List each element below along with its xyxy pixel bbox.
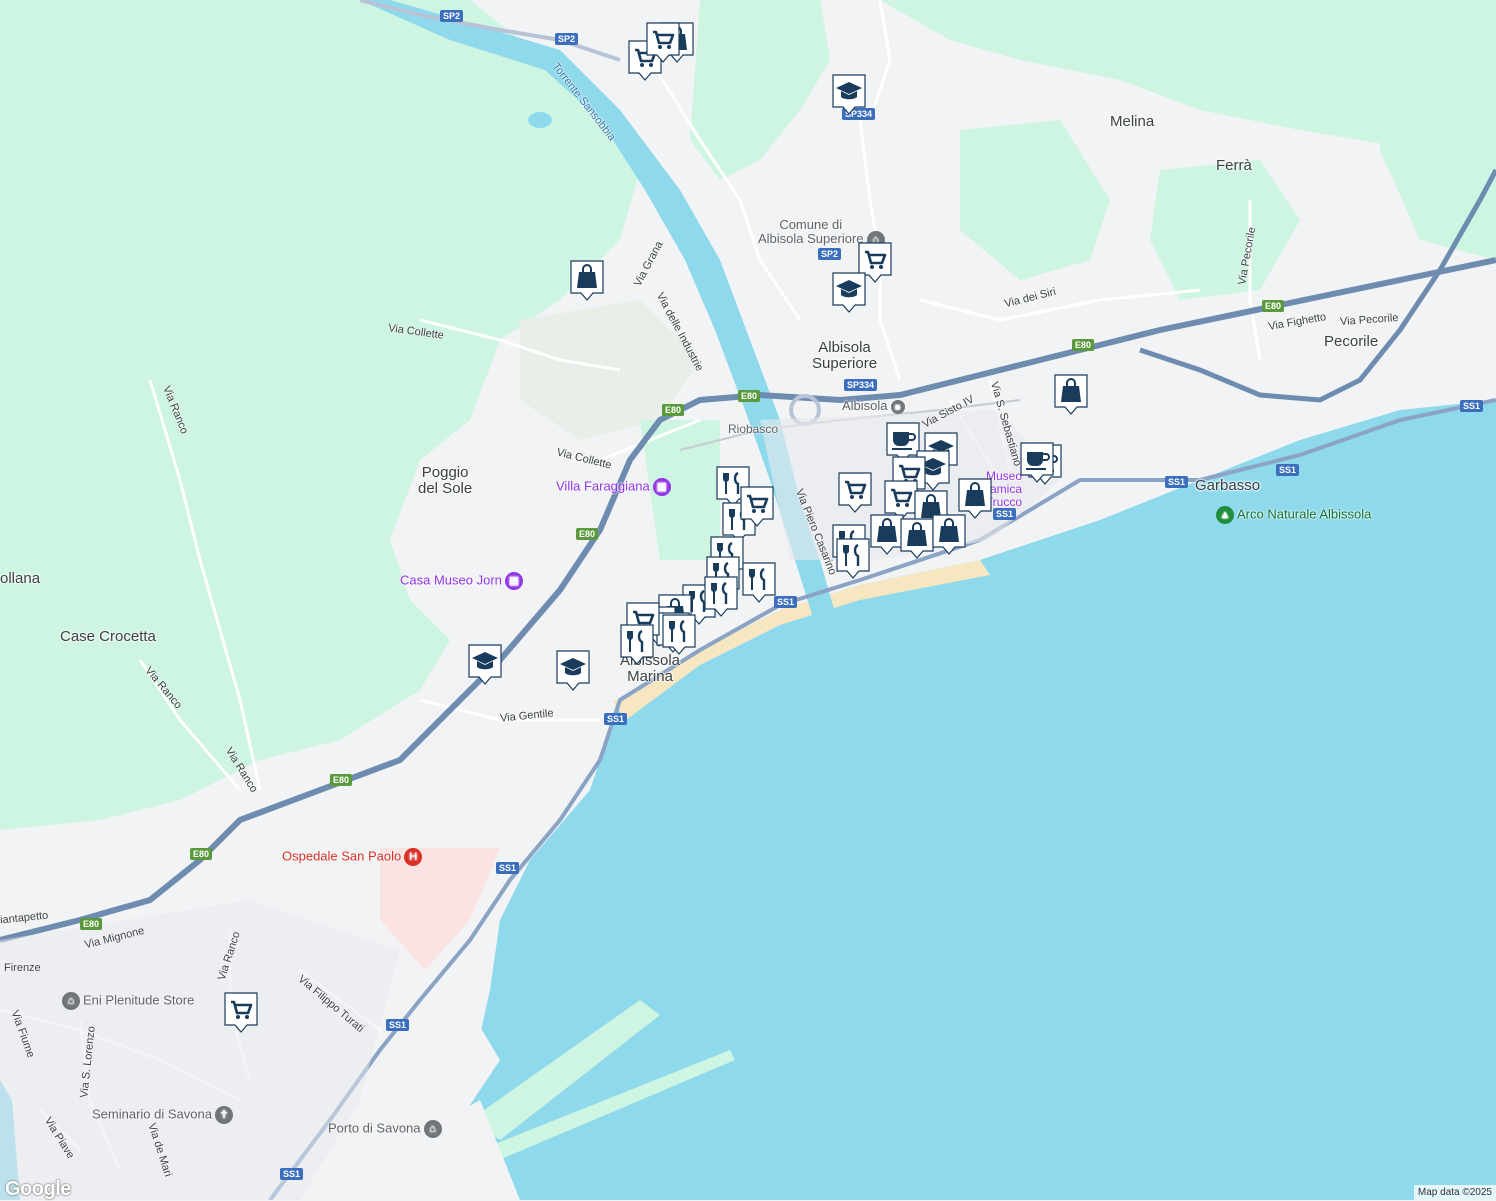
shield-e80: E80 [80,918,103,930]
shield-sp2: SP2 [440,10,464,22]
shopping-bag-marker[interactable] [930,512,968,556]
restaurant-marker[interactable] [740,560,778,604]
restaurant-marker[interactable] [834,536,872,580]
restaurant-icon [704,576,738,617]
shield-e80: E80 [576,528,599,540]
shopping-cart-icon [838,472,872,513]
restaurant-icon [620,624,654,665]
shield-sp334: SP334 [844,379,878,391]
shopping-cart-marker[interactable] [738,484,776,528]
shield-e80: E80 [1262,300,1285,312]
shopping-cart-icon [224,992,258,1033]
restaurant-icon [662,614,696,655]
restaurant-marker[interactable] [702,574,740,618]
shield-e80: E80 [738,390,761,402]
shopping-bag-icon [1054,374,1088,415]
shield-sp2: SP2 [818,248,842,260]
school-marker[interactable] [830,72,868,116]
school-marker[interactable] [466,642,504,686]
school-marker[interactable] [830,270,868,314]
shield-ss1: SS1 [993,508,1017,520]
map-attribution[interactable]: Map data ©2025 [1413,1185,1496,1200]
school-icon [556,650,590,691]
shield-e80: E80 [1072,339,1095,351]
restaurant-icon [742,562,776,603]
shield-ss1: SS1 [1165,476,1189,488]
shopping-cart-icon [740,486,774,527]
shopping-bag-marker[interactable] [1052,372,1090,416]
school-marker[interactable] [554,648,592,692]
shield-ss1: SS1 [604,713,628,725]
shopping-bag-marker[interactable] [568,258,606,302]
google-logo: Google [5,1178,71,1200]
coffee-icon [1020,442,1054,483]
shield-ss1: SS1 [496,862,520,874]
shopping-cart-icon [646,22,680,63]
restaurant-marker[interactable] [618,622,656,666]
restaurant-marker[interactable] [660,612,698,656]
shopping-cart-marker[interactable] [644,20,682,64]
shield-ss1: SS1 [280,1168,304,1180]
shield-e80: E80 [662,404,685,416]
school-icon [832,272,866,313]
shield-e80: E80 [190,848,213,860]
shield-sp2: SP2 [555,33,579,45]
school-icon [468,644,502,685]
shopping-cart-marker[interactable] [836,470,874,514]
school-icon [832,74,866,115]
shopping-bag-icon [932,514,966,555]
pond [528,112,552,128]
restaurant-icon [836,538,870,579]
shield-ss1: SS1 [1276,464,1300,476]
shield-e80: E80 [330,774,353,786]
coffee-marker[interactable] [1018,440,1056,484]
shield-ss1: SS1 [386,1019,410,1031]
shield-ss1: SS1 [1460,400,1484,412]
shopping-bag-icon [570,260,604,301]
shopping-cart-marker[interactable] [222,990,260,1034]
